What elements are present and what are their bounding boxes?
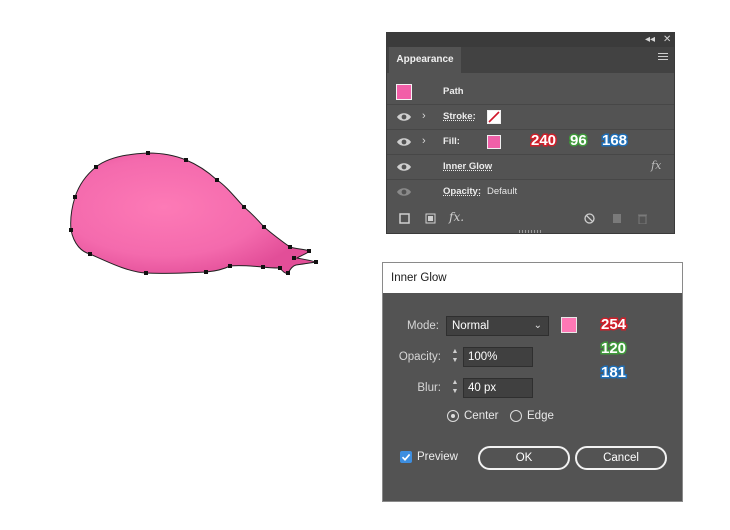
inner-glow-row[interactable]: Inner Glow fx — [387, 155, 674, 180]
stroke-row[interactable]: › Stroke: — [387, 105, 674, 130]
eye-icon[interactable] — [396, 111, 412, 123]
opacity-label: Opacity: — [398, 351, 441, 363]
ok-button[interactable]: OK — [478, 446, 570, 470]
eye-icon[interactable] — [396, 161, 412, 173]
panel-topbar: ◂◂ ✕ — [387, 33, 674, 47]
dialog-title: Inner Glow — [383, 263, 682, 293]
chevron-right-icon[interactable]: › — [422, 109, 426, 123]
mode-select[interactable]: Normal ⌄ — [446, 316, 549, 336]
appearance-panel: ◂◂ ✕ Appearance Path › Stroke: › Fill: 2… — [386, 32, 675, 234]
new-stroke-icon[interactable] — [399, 213, 410, 227]
center-label[interactable]: Center — [464, 409, 499, 423]
fx-icon[interactable]: fx — [651, 160, 661, 172]
preview-checkbox[interactable] — [400, 451, 412, 463]
glow-color-swatch[interactable] — [561, 317, 577, 333]
clear-appearance-icon[interactable] — [584, 213, 595, 227]
eye-icon[interactable] — [396, 136, 412, 148]
glow-rgb-green: 120 — [599, 339, 627, 359]
opacity-input[interactable]: 100% — [463, 347, 533, 367]
close-panel-icon[interactable]: ✕ — [663, 33, 671, 47]
glow-rgb-blue: 181 — [599, 363, 627, 383]
blur-stepper[interactable]: ▲ ▼ — [449, 378, 461, 398]
stroke-none-swatch[interactable] — [487, 110, 501, 124]
cancel-button[interactable]: Cancel — [575, 446, 667, 470]
tab-appearance[interactable]: Appearance — [389, 47, 461, 73]
inner-glow-label[interactable]: Inner Glow — [443, 161, 492, 173]
opacity-value: Default — [487, 186, 518, 197]
path-row[interactable]: Path — [387, 80, 674, 105]
panel-tab-strip: Appearance — [387, 47, 674, 73]
new-fill-icon[interactable] — [425, 213, 436, 227]
center-radio[interactable] — [447, 410, 459, 422]
path-color-swatch — [396, 84, 412, 100]
canvas-path-shape[interactable] — [0, 0, 380, 320]
blur-label: Blur: — [417, 382, 441, 394]
opacity-stepper[interactable]: ▲ ▼ — [449, 347, 461, 367]
panel-bottom-toolbar: fx. — [387, 206, 674, 232]
panel-menu-icon[interactable] — [658, 53, 668, 63]
opacity-label[interactable]: Opacity: — [443, 186, 481, 198]
fill-rgb-green: 96 — [569, 131, 589, 151]
eye-icon[interactable] — [396, 186, 412, 198]
path-label: Path — [443, 86, 464, 97]
inner-glow-dialog: Inner Glow Mode: Normal ⌄ 254 120 181 Op… — [382, 262, 683, 502]
mode-value: Normal — [452, 320, 490, 332]
resize-grip[interactable] — [519, 230, 543, 233]
fx-menu-icon[interactable]: fx. — [449, 211, 464, 223]
edge-radio[interactable] — [510, 410, 522, 422]
chevron-down-icon: ⌄ — [533, 320, 542, 331]
fill-color-swatch[interactable] — [487, 135, 501, 149]
fill-rgb-blue: 168 — [600, 131, 628, 151]
duplicate-item-icon[interactable] — [611, 213, 622, 227]
glow-rgb-red: 254 — [599, 315, 627, 335]
edge-label[interactable]: Edge — [527, 409, 554, 423]
blur-input[interactable]: 40 px — [463, 378, 533, 398]
stroke-label[interactable]: Stroke: — [443, 111, 476, 123]
preview-label[interactable]: Preview — [417, 449, 458, 465]
delete-item-icon[interactable] — [637, 213, 648, 227]
mode-label: Mode: — [407, 320, 439, 332]
collapse-panel-icon[interactable]: ◂◂ — [645, 33, 655, 47]
chevron-right-icon[interactable]: › — [422, 134, 426, 148]
fill-rgb-red: 240 — [529, 131, 557, 151]
opacity-row[interactable]: Opacity: Default — [387, 180, 674, 205]
fill-label[interactable]: Fill: — [443, 136, 460, 148]
fill-row[interactable]: › Fill: 240 96 168 — [387, 130, 674, 155]
